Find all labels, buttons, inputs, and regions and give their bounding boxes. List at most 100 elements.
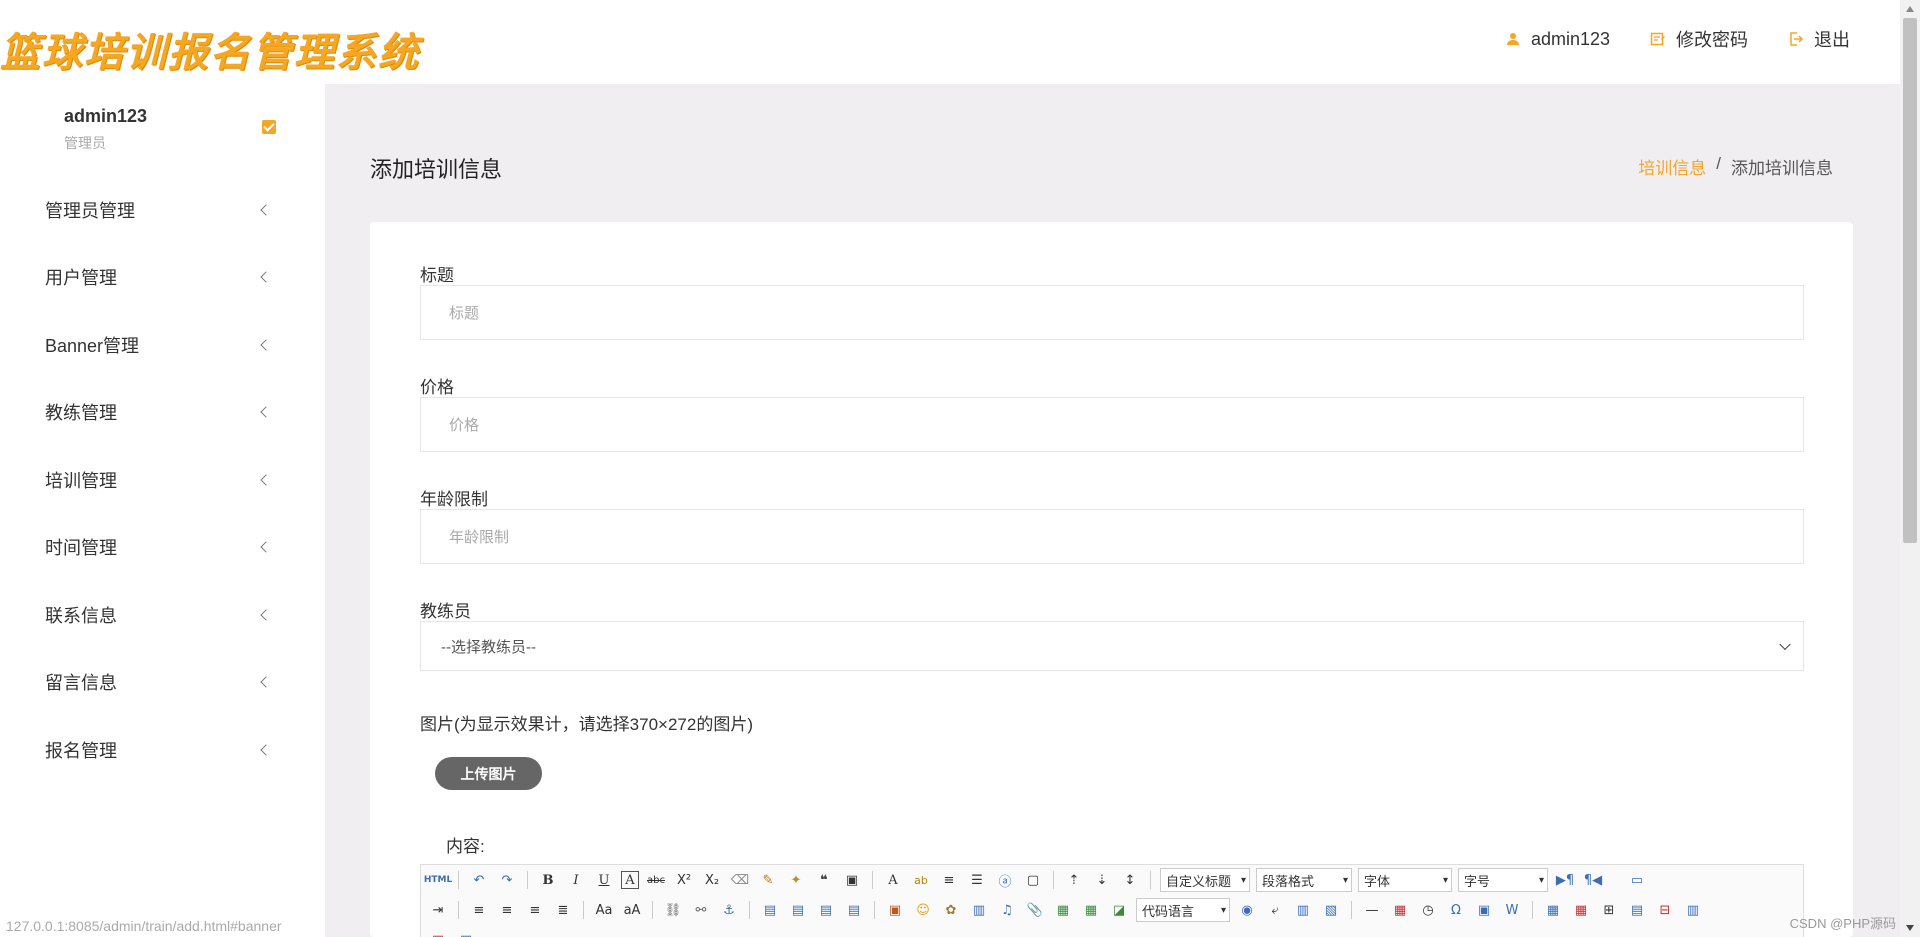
undo-icon[interactable]: ↶ [468,869,490,891]
custom-heading-select[interactable]: 自定义标题 [1160,868,1250,892]
eraser-icon[interactable]: ⌫ [729,869,751,891]
font-border-icon[interactable]: A [621,871,639,889]
format-painter-icon[interactable]: ✎ [757,869,779,891]
scrawl-icon[interactable]: ✿ [940,899,962,921]
bold-icon[interactable]: B [537,869,559,891]
delete-table-icon[interactable]: ▦ [1570,899,1592,921]
tolowercase-icon[interactable]: aA [621,899,643,921]
upload-image-button[interactable]: 上传图片 [435,757,542,790]
vertical-scrollbar[interactable] [1900,0,1920,937]
music-icon[interactable]: ♫ [996,899,1018,921]
align-right-icon[interactable]: ≡ [524,899,546,921]
web-app-icon[interactable]: ◉ [1236,899,1258,921]
underline-icon[interactable]: U [593,869,615,891]
logout-link[interactable]: 退出 [1788,26,1850,52]
page-break-icon[interactable]: ⤶ [1264,899,1286,921]
font-size-select[interactable]: 字号 [1458,868,1548,892]
redo-icon[interactable]: ↷ [496,869,518,891]
image-left-icon[interactable]: ▤ [787,899,809,921]
sidebar-item-admin[interactable]: 管理员管理 [0,176,325,244]
blockquote-icon[interactable]: ❝ [813,869,835,891]
delete-row-icon[interactable]: ⊟ [1654,899,1676,921]
title-input[interactable]: 标题 [420,285,1804,340]
video-icon[interactable]: ▥ [968,899,990,921]
code-language-select[interactable]: 代码语言 [1136,898,1230,922]
change-password-link[interactable]: 修改密码 [1650,26,1748,52]
breadcrumb-link-training[interactable]: 培训信息 [1638,154,1706,179]
align-left-icon[interactable]: ≡ [468,899,490,921]
subscript-icon[interactable]: X₂ [701,869,723,891]
emotion-icon[interactable]: ☺ [912,899,934,921]
line-height-icon[interactable]: ↕ [1119,869,1141,891]
scroll-thumb[interactable] [1903,18,1917,543]
html-source-icon[interactable]: HTML [424,869,452,891]
scroll-down-arrow-icon[interactable] [1906,925,1914,931]
sidebar-item-users[interactable]: 用户管理 [0,244,325,312]
ltr-icon[interactable]: ▶¶ [1554,869,1576,891]
highlight-color-icon[interactable]: ab [910,869,932,891]
ordered-list-icon[interactable]: ≡ [938,869,960,891]
coach-select[interactable]: --选择教练员-- [420,621,1804,671]
age-limit-input[interactable]: 年龄限制 [420,509,1804,564]
paragraph-format-select[interactable]: 段落格式 [1256,868,1352,892]
clear-doc-icon[interactable]: ▢ [1022,869,1044,891]
price-input[interactable]: 价格 [420,397,1804,452]
image-none-icon[interactable]: ▤ [759,899,781,921]
template-icon[interactable]: ▥ [1292,899,1314,921]
sidebar-item-registration[interactable]: 报名管理 [0,716,325,784]
font-color-icon[interactable]: A [882,869,904,891]
horizontal-rule-icon[interactable]: — [1361,899,1383,921]
paste-plain-icon[interactable]: ▣ [841,869,863,891]
image-label: 图片(为显示效果计，请选择370×272的图片) [420,715,753,734]
user-menu[interactable]: admin123 [1505,29,1610,50]
rtl-icon[interactable]: ¶◀ [1582,869,1604,891]
map-icon[interactable]: ▦ [1052,899,1074,921]
date-icon[interactable]: ▦ [1389,899,1411,921]
sidebar-item-coach[interactable]: 教练管理 [0,379,325,447]
insert-row-icon[interactable]: ▤ [1626,899,1648,921]
align-justify-icon[interactable]: ≣ [552,899,574,921]
auto-format-icon[interactable]: ✦ [785,869,807,891]
delete-col-icon[interactable]: ▥ [427,929,449,937]
toolbar-divider [583,901,584,919]
insert-paragraph-before-table-icon[interactable]: ⊞ [1598,899,1620,921]
anchor-icon[interactable]: ⚓ [718,899,740,921]
indent-icon[interactable]: ⇥ [427,899,449,921]
image-center-icon[interactable]: ▤ [843,899,865,921]
row-spacing-top-icon[interactable]: ⇡ [1063,869,1085,891]
check-icon[interactable] [262,120,276,134]
time-icon[interactable]: ◷ [1417,899,1439,921]
sidebar-item-training[interactable]: 培训管理 [0,446,325,514]
unordered-list-icon[interactable]: ☰ [966,869,988,891]
row-spacing-bottom-icon[interactable]: ⇣ [1091,869,1113,891]
sidebar-item-contact[interactable]: 联系信息 [0,581,325,649]
snapscreen-icon[interactable]: ▣ [1473,899,1495,921]
insert-col-icon[interactable]: ▥ [1682,899,1704,921]
background-icon[interactable]: ▧ [1320,899,1342,921]
strikethrough-icon[interactable]: abc [645,869,667,891]
insert-table-icon[interactable]: ▦ [1542,899,1564,921]
touppercase-icon[interactable]: Aa [593,899,615,921]
fullscreen-icon[interactable]: ▭ [1626,869,1648,891]
sidebar-item-messages[interactable]: 留言信息 [0,649,325,717]
align-center-icon[interactable]: ≡ [496,899,518,921]
gmap-icon[interactable]: ▦ [1080,899,1102,921]
attachment-icon[interactable]: 📎 [1024,899,1046,921]
sidebar-user-role: 管理员 [64,135,106,151]
chevron-down-icon [1779,638,1791,651]
merge-cells-icon[interactable]: ▦ [455,929,477,937]
special-chars-icon[interactable]: Ω [1445,899,1467,921]
insert-frame-icon[interactable]: ◪ [1108,899,1130,921]
scroll-up-arrow-icon[interactable] [1906,6,1914,12]
sidebar-item-schedule[interactable]: 时间管理 [0,514,325,582]
word-image-icon[interactable]: W [1501,899,1523,921]
text-box-icon[interactable]: ⓐ [994,869,1016,891]
link-icon[interactable]: ⛓ [662,899,684,921]
simple-upload-icon[interactable]: ▣ [884,899,906,921]
unlink-icon[interactable]: ⚯ [690,899,712,921]
font-family-select[interactable]: 字体 [1358,868,1452,892]
superscript-icon[interactable]: X² [673,869,695,891]
italic-icon[interactable]: I [565,869,587,891]
sidebar-item-banner[interactable]: Banner管理 [0,311,325,379]
image-right-icon[interactable]: ▤ [815,899,837,921]
